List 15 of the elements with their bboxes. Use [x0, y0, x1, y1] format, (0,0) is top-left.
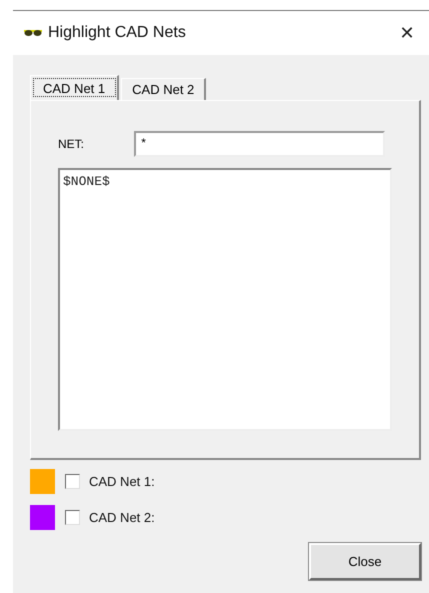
- checkbox[interactable]: [65, 510, 80, 525]
- close-dialog-button[interactable]: Close: [309, 543, 421, 580]
- checkbox-label: CAD Net 2:: [89, 510, 155, 525]
- tab[interactable]: CAD Net 1: [30, 75, 120, 100]
- window-title: Highlight CAD Nets: [48, 24, 187, 42]
- net-field[interactable]: *: [134, 131, 385, 157]
- checkbox[interactable]: [65, 474, 80, 489]
- net-label: NET:: [58, 137, 86, 151]
- sunglasses-icon: [24, 29, 42, 37]
- color-swatch[interactable]: [30, 469, 55, 494]
- color-swatch[interactable]: [30, 505, 55, 530]
- net-list[interactable]: $NONE$: [58, 168, 392, 431]
- tab[interactable]: CAD Net 2: [121, 78, 206, 100]
- close-button[interactable]: ✕: [389, 18, 425, 48]
- checkbox-label: CAD Net 1:: [89, 474, 155, 489]
